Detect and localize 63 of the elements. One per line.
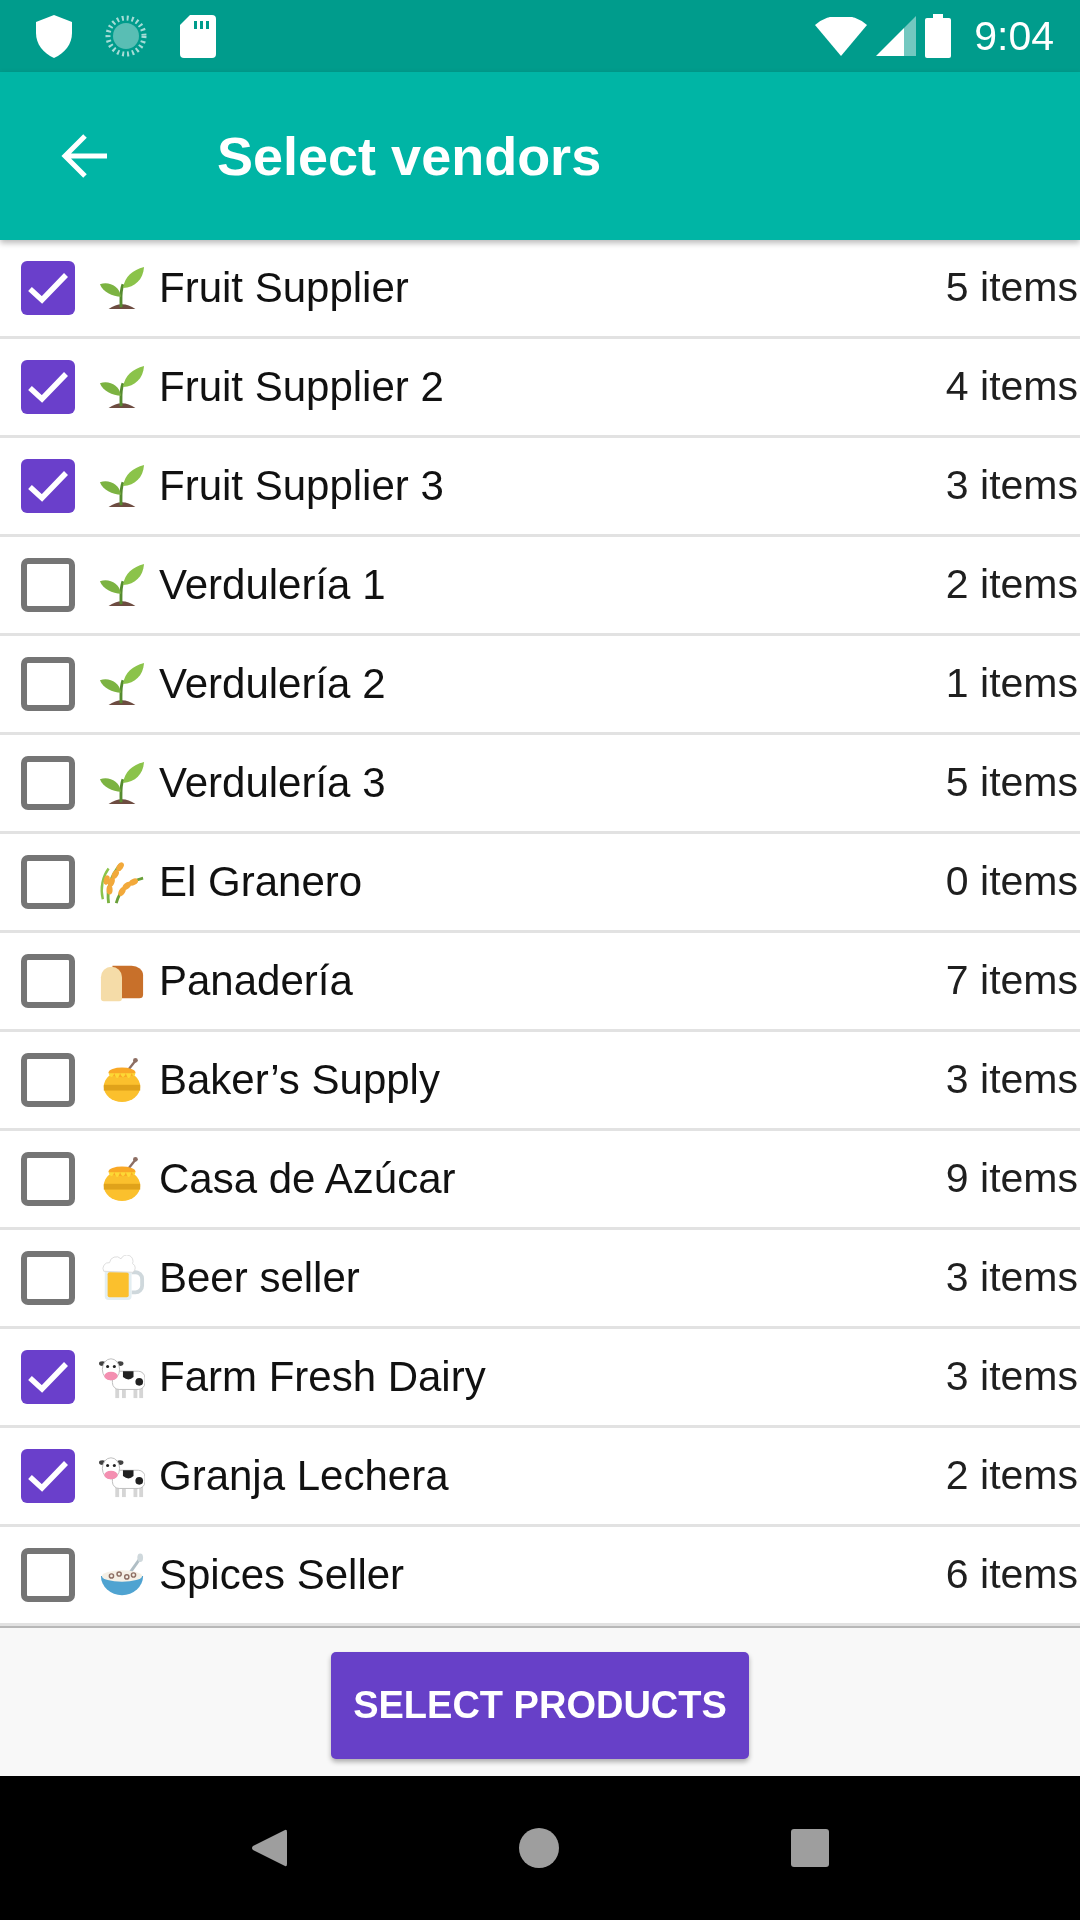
vendor-name: Farm Fresh Dairy: [159, 1351, 487, 1402]
checkbox[interactable]: [21, 1251, 75, 1305]
seedling-icon: [99, 463, 145, 509]
checkbox[interactable]: [21, 1350, 75, 1404]
select-products-button[interactable]: SELECT PRODUCTS: [331, 1651, 749, 1759]
checkbox[interactable]: [21, 756, 75, 810]
checkbox[interactable]: [21, 954, 75, 1008]
vendor-name: Panadería: [159, 955, 354, 1006]
item-count: 5 items: [945, 263, 1078, 313]
vendor-name: Fruit Supplier: [159, 262, 410, 313]
vendor-name: El Granero: [159, 856, 364, 907]
signal-icon: [876, 16, 917, 56]
vendor-name: Verdulería 2: [159, 658, 387, 709]
item-count: 3 items: [945, 1253, 1078, 1303]
vendor-name: Casa de Azúcar: [159, 1153, 457, 1204]
checkbox[interactable]: [21, 1053, 75, 1107]
checkbox[interactable]: [21, 855, 75, 909]
item-count: 1 items: [945, 659, 1078, 709]
wheat-icon: [99, 859, 145, 905]
vendor-name: Verdulería 3: [159, 757, 387, 808]
checkbox[interactable]: [21, 1548, 75, 1602]
checkbox[interactable]: [21, 459, 75, 513]
item-count: 3 items: [945, 461, 1078, 511]
item-count: 6 items: [945, 1550, 1078, 1600]
status-time: 9:04: [974, 15, 1054, 57]
item-count: 4 items: [945, 362, 1078, 412]
vendor-name: Fruit Supplier 3: [159, 460, 445, 511]
checkbox[interactable]: [21, 558, 75, 612]
vendor-name: Granja Lechera: [159, 1450, 450, 1501]
vendor-name: Beer seller: [159, 1252, 361, 1303]
item-count: 2 items: [945, 1451, 1078, 1501]
item-count: 5 items: [945, 758, 1078, 808]
cereal-bowl-icon: [99, 1552, 145, 1598]
item-count: 3 items: [945, 1055, 1078, 1105]
battery-icon: [925, 14, 952, 58]
item-count: 3 items: [945, 1352, 1078, 1402]
screen-title: Select vendors: [217, 124, 602, 188]
checkbox[interactable]: [21, 1449, 75, 1503]
checkbox[interactable]: [21, 360, 75, 414]
checkbox[interactable]: [21, 1152, 75, 1206]
back-icon[interactable]: [251, 1828, 287, 1868]
beer-mug-icon: [99, 1255, 145, 1301]
vendor-name: Fruit Supplier 2: [159, 361, 445, 412]
vendor-name: Baker’s Supply: [159, 1054, 441, 1105]
seedling-icon: [99, 760, 145, 806]
vendor-name: Spices Seller: [159, 1549, 406, 1600]
back-arrow-icon[interactable]: [61, 132, 109, 180]
item-count: 7 items: [945, 956, 1078, 1006]
shield-icon: [36, 14, 72, 58]
seedling-icon: [99, 265, 145, 311]
dotted-circle-icon: [105, 15, 147, 57]
seedling-icon: [99, 562, 145, 608]
item-count: 9 items: [945, 1154, 1078, 1204]
item-count: 2 items: [945, 560, 1078, 610]
wifi-icon: [815, 16, 868, 56]
seedling-icon: [99, 364, 145, 410]
checkbox[interactable]: [21, 657, 75, 711]
seedling-icon: [99, 661, 145, 707]
vendor-name: Verdulería 1: [159, 559, 387, 610]
checkbox[interactable]: [21, 261, 75, 315]
home-icon[interactable]: [519, 1828, 559, 1868]
sd-card-icon: [180, 14, 216, 58]
item-count: 0 items: [945, 857, 1078, 907]
